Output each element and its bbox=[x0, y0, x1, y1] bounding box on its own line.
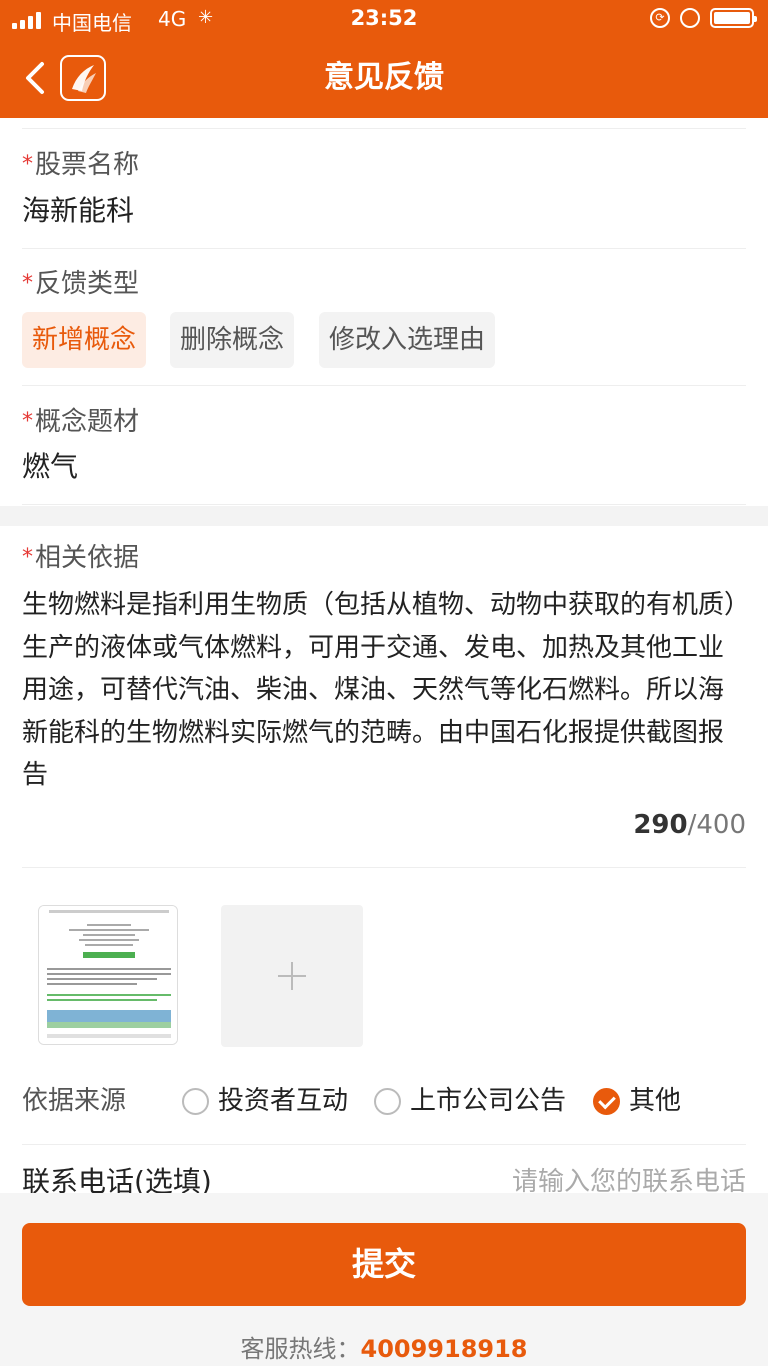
basis-textarea[interactable]: 生物燃料是指利用生物质（包括从植物、动物中获取的有机质）生产的液体或气体燃料，可… bbox=[22, 584, 746, 797]
feedback-form: *股票名称 海新能科 *反馈类型 新增概念 删除概念 修改入选理由 *概念题材 … bbox=[0, 118, 768, 1193]
battery-icon bbox=[710, 8, 757, 28]
page-title: 意见反馈 bbox=[324, 60, 444, 95]
hotline: 客服热线：4009918918 bbox=[240, 1335, 528, 1363]
divider bbox=[22, 867, 746, 868]
section-gap bbox=[0, 506, 768, 526]
hotline-number[interactable]: 4009918918 bbox=[361, 1335, 528, 1363]
radio-unchecked-icon bbox=[182, 1088, 209, 1115]
type-option-delete[interactable]: 删除概念 bbox=[170, 312, 295, 368]
required-mark: * bbox=[22, 271, 33, 296]
radio-unchecked-icon bbox=[374, 1088, 401, 1115]
submit-button[interactable]: 提交 bbox=[22, 1223, 746, 1306]
divider bbox=[22, 1144, 746, 1145]
orientation-lock-icon: ⟳ bbox=[650, 8, 670, 28]
source-option-other[interactable]: 其他 bbox=[593, 1081, 681, 1121]
char-counter: 290/400 bbox=[633, 810, 746, 840]
check-icon bbox=[593, 1088, 620, 1115]
divider bbox=[22, 248, 746, 249]
divider bbox=[22, 385, 746, 386]
divider bbox=[22, 128, 746, 129]
attached-screenshot[interactable] bbox=[38, 905, 178, 1045]
source-option-investor[interactable]: 投资者互动 bbox=[182, 1081, 348, 1121]
required-mark: * bbox=[22, 409, 33, 434]
alarm-icon bbox=[680, 8, 700, 28]
source-label: 依据来源 bbox=[22, 1086, 127, 1116]
divider bbox=[22, 504, 746, 505]
required-mark: * bbox=[22, 545, 33, 570]
header-bar: 中国电信 4G ✳ 23:52 ⟳ 意见反馈 bbox=[0, 0, 768, 118]
source-option-announcement[interactable]: 上市公司公告 bbox=[374, 1081, 566, 1121]
status-bar: 中国电信 4G ✳ 23:52 ⟳ bbox=[0, 0, 768, 40]
feedback-type-label: *反馈类型 bbox=[22, 269, 140, 299]
type-option-modify[interactable]: 修改入选理由 bbox=[319, 312, 496, 368]
type-option-add[interactable]: 新增概念 bbox=[22, 312, 147, 368]
footer: 提交 客服热线：4009918918 bbox=[0, 1193, 768, 1366]
phone-label: 联系电话(选填) bbox=[22, 1165, 212, 1193]
stock-name-label: *股票名称 bbox=[22, 150, 140, 180]
add-image-button[interactable] bbox=[221, 905, 363, 1047]
basis-label: *相关依据 bbox=[22, 543, 140, 573]
phone-input[interactable] bbox=[416, 1162, 746, 1193]
required-mark: * bbox=[22, 152, 33, 177]
stock-name-value: 海新能科 bbox=[22, 194, 135, 227]
concept-value[interactable]: 燃气 bbox=[22, 447, 78, 487]
concept-label: *概念题材 bbox=[22, 407, 140, 437]
